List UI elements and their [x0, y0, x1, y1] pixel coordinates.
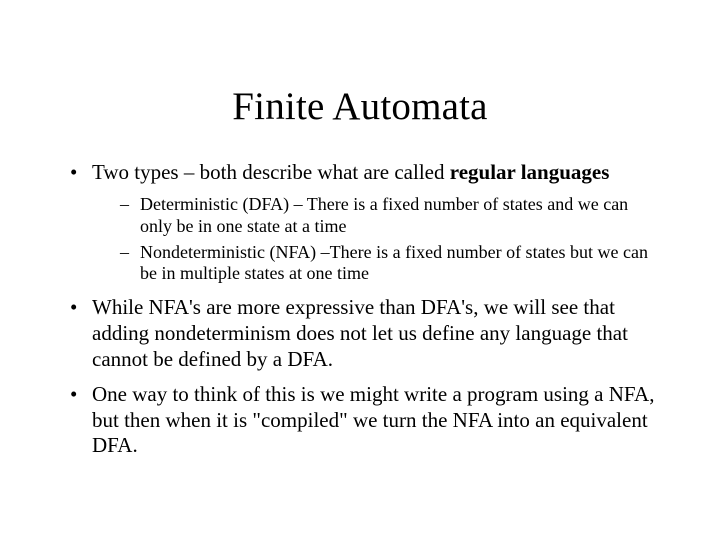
slide-body: Two types – both describe what are calle…: [66, 160, 660, 469]
bullet-list: Two types – both describe what are calle…: [66, 160, 660, 459]
bullet-2: While NFA's are more expressive than DFA…: [66, 295, 660, 372]
slide-title: Finite Automata: [0, 0, 720, 129]
bullet-1-text-pre: Two types – both describe what are calle…: [92, 160, 450, 184]
bullet-1: Two types – both describe what are calle…: [66, 160, 660, 285]
bullet-3: One way to think of this is we might wri…: [66, 382, 660, 459]
slide: Finite Automata Two types – both describ…: [0, 0, 720, 540]
sub-bullet-1b: Nondeterministic (NFA) –There is a fixed…: [92, 242, 660, 286]
sub-bullet-1a: Deterministic (DFA) – There is a fixed n…: [92, 194, 660, 238]
bullet-1-text-bold: regular languages: [450, 160, 610, 184]
sub-bullet-list: Deterministic (DFA) – There is a fixed n…: [92, 194, 660, 286]
